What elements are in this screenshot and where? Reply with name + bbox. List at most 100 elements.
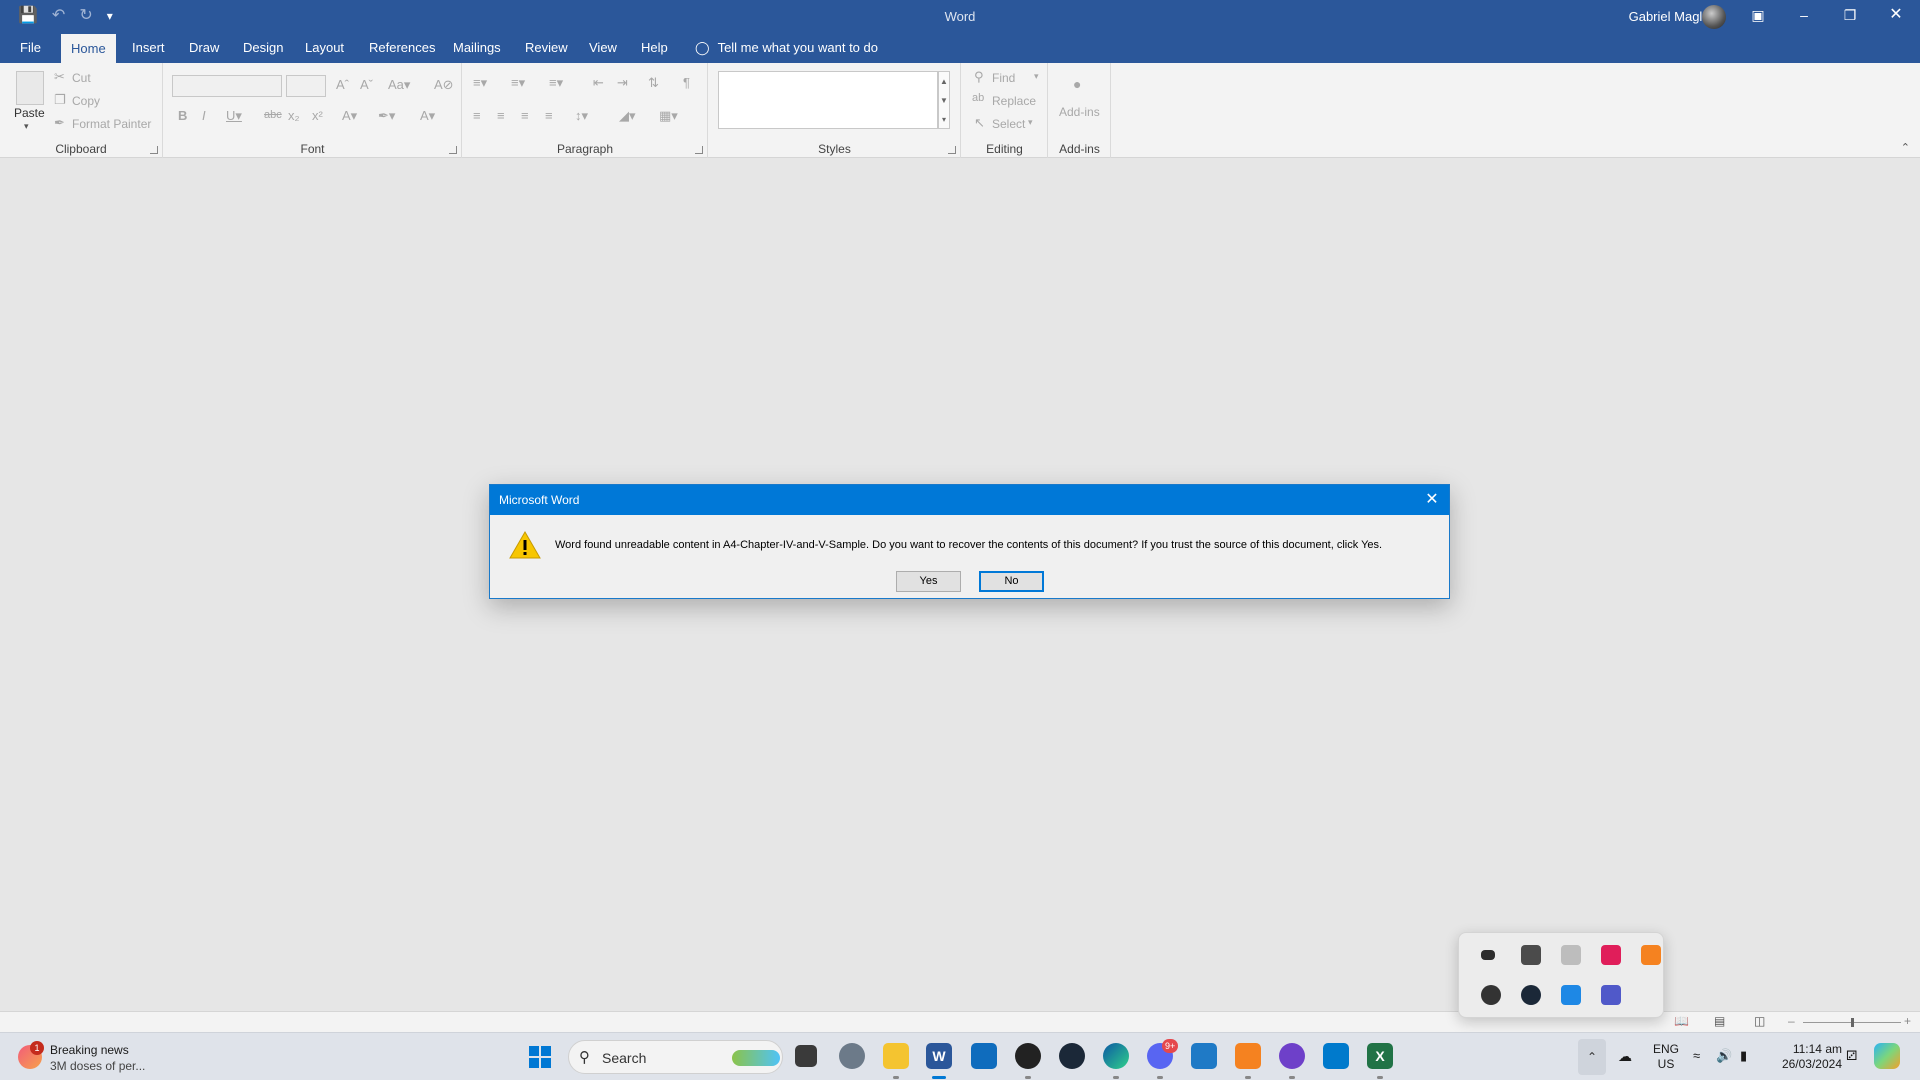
find-button[interactable]: Find	[992, 71, 1015, 85]
onedrive-icon[interactable]: ☁	[1618, 1048, 1632, 1065]
find-dropdown-icon[interactable]: ▾	[1034, 71, 1039, 82]
print-layout-icon[interactable]: ▤	[1714, 1014, 1725, 1028]
steam-taskbar-icon[interactable]	[1059, 1043, 1085, 1069]
tab-home[interactable]: Home	[61, 34, 116, 63]
volume-icon[interactable]: 🔊	[1716, 1048, 1732, 1064]
controller-icon[interactable]	[1561, 945, 1581, 965]
wifi-icon[interactable]: ≈	[1693, 1048, 1700, 1063]
multilevel-list-icon[interactable]: ≡▾	[549, 75, 563, 91]
tab-insert[interactable]: Insert	[122, 33, 175, 63]
tab-layout[interactable]: Layout	[295, 33, 354, 63]
shrink-font-icon[interactable]: Aˇ	[360, 77, 373, 92]
select-button[interactable]: Select	[992, 117, 1025, 131]
paste-dropdown-icon[interactable]: ▾	[24, 121, 29, 132]
tell-me-search[interactable]: ◯ Tell me what you want to do	[695, 33, 878, 63]
windows-start-icon[interactable]	[528, 1045, 552, 1069]
vscode-icon[interactable]	[1323, 1043, 1349, 1069]
github-desktop-icon[interactable]	[1279, 1043, 1305, 1069]
copilot-icon[interactable]	[1874, 1043, 1900, 1069]
xampp-taskbar-icon[interactable]	[1235, 1043, 1261, 1069]
clock[interactable]: 11:14 am 26/03/2024	[1768, 1042, 1842, 1072]
web-layout-icon[interactable]: ◫	[1754, 1014, 1765, 1028]
tab-file[interactable]: File	[10, 33, 51, 63]
align-left-icon[interactable]: ≡	[473, 108, 481, 123]
styles-gallery[interactable]	[718, 71, 938, 129]
edge-icon[interactable]	[1103, 1043, 1129, 1069]
steam-icon[interactable]	[1521, 985, 1541, 1005]
change-case-icon[interactable]: Aa▾	[388, 77, 410, 93]
minimize-icon[interactable]: –	[1781, 0, 1827, 33]
align-right-icon[interactable]: ≡	[521, 108, 529, 123]
subscript-icon[interactable]: x₂	[288, 108, 300, 123]
input-language[interactable]: ENG US	[1648, 1042, 1684, 1072]
styles-scroll[interactable]: ▲ ▼ ▾	[938, 71, 950, 129]
defender-icon[interactable]	[1561, 985, 1581, 1005]
sync-app-icon[interactable]	[1521, 945, 1541, 965]
justify-icon[interactable]: ≡	[545, 108, 553, 123]
file-explorer-icon[interactable]	[883, 1043, 909, 1069]
clipboard-launcher-icon[interactable]	[150, 146, 158, 154]
ribbon-display-options-icon[interactable]: ▣	[1735, 0, 1781, 33]
copy-button[interactable]: Copy	[72, 94, 100, 108]
zoom-slider-thumb[interactable]	[1851, 1018, 1854, 1027]
dell-icon[interactable]	[1015, 1043, 1041, 1069]
avatar[interactable]	[1702, 5, 1726, 29]
clear-formatting-icon[interactable]: A⊘	[434, 77, 454, 93]
battery-icon[interactable]: ▮	[1740, 1048, 1747, 1064]
line-spacing-icon[interactable]: ↕▾	[575, 108, 588, 124]
show-marks-icon[interactable]: ¶	[683, 75, 690, 90]
zoom-in-icon[interactable]: +	[1904, 1014, 1911, 1028]
paste-button[interactable]: Paste	[14, 106, 45, 120]
tab-review[interactable]: Review	[515, 33, 578, 63]
styles-launcher-icon[interactable]	[948, 146, 956, 154]
notifications-icon[interactable]: ⚂	[1846, 1048, 1857, 1064]
text-effects-icon[interactable]: A▾	[342, 108, 357, 124]
tab-references[interactable]: References	[359, 33, 445, 63]
collapse-ribbon-icon[interactable]: ⌃	[1901, 141, 1910, 154]
tab-help[interactable]: Help	[631, 33, 678, 63]
increase-indent-icon[interactable]: ⇥	[617, 75, 628, 91]
notepad-icon[interactable]	[1191, 1043, 1217, 1069]
superscript-icon[interactable]: x²	[312, 108, 323, 123]
excel-icon[interactable]: X	[1367, 1043, 1393, 1069]
openai-icon[interactable]	[1481, 985, 1501, 1005]
restore-icon[interactable]: ❐	[1827, 0, 1873, 33]
grow-font-icon[interactable]: Aˆ	[336, 77, 349, 92]
tab-mailings[interactable]: Mailings	[443, 33, 511, 63]
bullets-icon[interactable]: ≡▾	[473, 75, 487, 91]
font-size-box[interactable]	[286, 75, 326, 97]
addins-button[interactable]: Add-ins	[1059, 105, 1100, 119]
decrease-indent-icon[interactable]: ⇤	[593, 75, 604, 91]
highlight-icon[interactable]: ✒▾	[378, 108, 395, 124]
yes-button[interactable]: Yes	[896, 571, 961, 592]
task-view-icon[interactable]	[795, 1045, 817, 1067]
xampp-icon[interactable]	[1641, 945, 1661, 965]
underline-icon[interactable]: U▾	[226, 108, 242, 124]
dialog-close-icon[interactable]: ✕	[1415, 485, 1449, 515]
font-launcher-icon[interactable]	[449, 146, 457, 154]
zoom-out-icon[interactable]: –	[1788, 1014, 1795, 1028]
tab-view[interactable]: View	[579, 33, 627, 63]
mail-icon[interactable]	[971, 1043, 997, 1069]
cut-button[interactable]: Cut	[72, 71, 91, 85]
no-button[interactable]: No	[979, 571, 1044, 592]
teams-icon[interactable]	[1601, 985, 1621, 1005]
read-mode-icon[interactable]: 📖	[1674, 1014, 1689, 1028]
paragraph-launcher-icon[interactable]	[695, 146, 703, 154]
word-icon[interactable]: W	[926, 1043, 952, 1069]
taskbar-search[interactable]: ⚲ Search	[568, 1040, 783, 1074]
tab-design[interactable]: Design	[233, 33, 293, 63]
close-icon[interactable]: ✕	[1873, 0, 1919, 33]
select-dropdown-icon[interactable]: ▾	[1028, 117, 1033, 128]
bold-icon[interactable]: B	[178, 108, 187, 123]
font-color-icon[interactable]: A▾	[420, 108, 435, 124]
hat-icon[interactable]	[1481, 950, 1495, 960]
format-painter-button[interactable]: Format Painter	[72, 117, 151, 131]
font-name-box[interactable]	[172, 75, 282, 97]
numbering-icon[interactable]: ≡▾	[511, 75, 525, 91]
settings-icon[interactable]	[839, 1043, 865, 1069]
paste-icon[interactable]	[16, 71, 44, 105]
show-hidden-icons-button[interactable]: ⌃	[1578, 1039, 1606, 1075]
tab-draw[interactable]: Draw	[179, 33, 229, 63]
italic-icon[interactable]: I	[202, 108, 206, 123]
